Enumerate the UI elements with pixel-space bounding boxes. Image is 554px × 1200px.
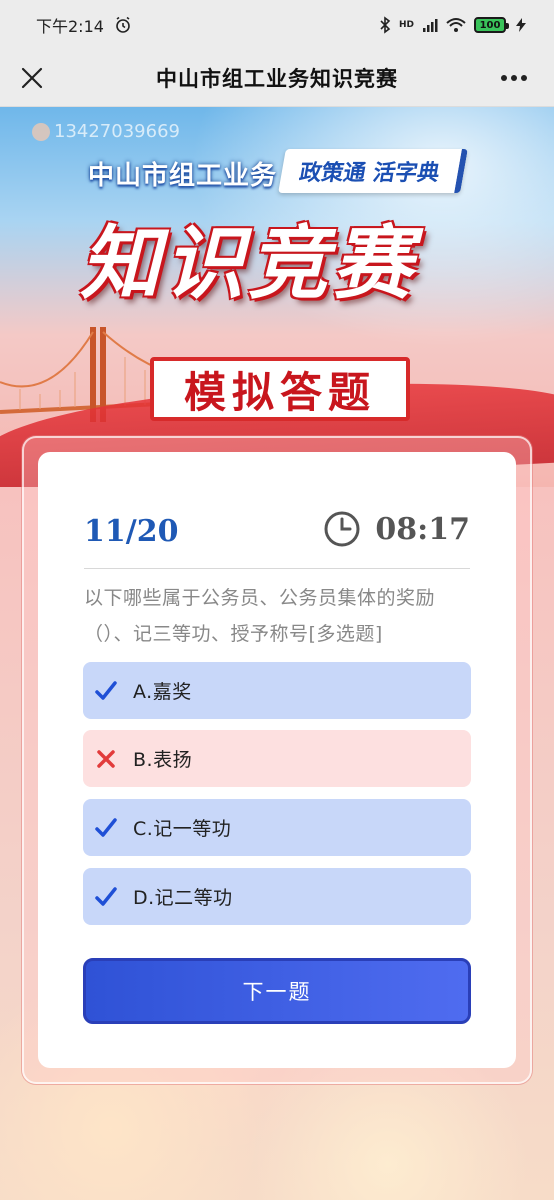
option-label: D.记二等功 <box>133 887 233 909</box>
charging-icon <box>516 18 526 32</box>
more-icon[interactable] <box>494 62 534 94</box>
user-icon <box>32 122 50 141</box>
question-progress: 11/20 <box>84 514 179 549</box>
hero-banner: 13427039669 中山市组工业务 政策通 活字典 知识竞赛 模拟答题 <box>0 107 554 487</box>
cross-icon <box>95 748 117 770</box>
phone-number: 13427039669 <box>54 121 180 142</box>
status-bar: 下午2:14 HD 100 <box>0 0 554 50</box>
timer-value: 08:17 <box>375 511 470 547</box>
banner-tag: 政策通 活字典 <box>278 149 468 193</box>
status-time-group: 下午2:14 <box>36 13 132 37</box>
battery-icon: 100 <box>474 17 509 33</box>
check-icon <box>95 886 117 908</box>
status-icons: HD 100 <box>379 16 528 34</box>
option-b[interactable]: B.表扬 <box>83 730 471 787</box>
option-label: B.表扬 <box>133 749 193 771</box>
wifi-icon <box>446 18 466 32</box>
question-text: 以下哪些属于公务员、公务员集体的奖励（）、记三等功、授予称号[多选题] <box>84 587 436 645</box>
check-icon <box>95 680 117 702</box>
banner-title: 知识竞赛 <box>80 217 416 310</box>
quiz-card: 11/20 08:17 以下哪些属于公务员、公务员集体的奖励（）、记三等功、授予… <box>38 452 516 1068</box>
option-a[interactable]: A.嘉奖 <box>83 662 471 719</box>
banner-org: 中山市组工业务 <box>88 161 278 191</box>
bluetooth-icon <box>380 16 391 34</box>
divider <box>84 568 470 569</box>
clock-icon <box>324 511 360 547</box>
next-question-button[interactable]: 下一题 <box>83 958 471 1024</box>
page-title: 中山市组工业务知识竞赛 <box>156 67 398 91</box>
close-icon[interactable] <box>16 62 48 94</box>
check-icon <box>95 817 117 839</box>
nav-bar: 中山市组工业务知识竞赛 <box>0 50 554 107</box>
network-hd-label: HD <box>398 20 414 30</box>
option-label: C.记一等功 <box>133 818 232 840</box>
option-c[interactable]: C.记一等功 <box>83 799 471 856</box>
countdown-timer: 08:17 <box>323 510 470 548</box>
signal-icon <box>423 19 438 32</box>
subtitle-banner: 模拟答题 <box>150 357 410 421</box>
user-phone: 13427039669 <box>32 121 180 142</box>
alarm-icon <box>116 16 130 33</box>
status-time: 下午2:14 <box>36 17 104 36</box>
option-label: A.嘉奖 <box>133 681 192 703</box>
battery-level: 100 <box>479 19 501 31</box>
banner-subtitle: 模拟答题 <box>183 367 376 417</box>
option-d[interactable]: D.记二等功 <box>83 868 471 925</box>
